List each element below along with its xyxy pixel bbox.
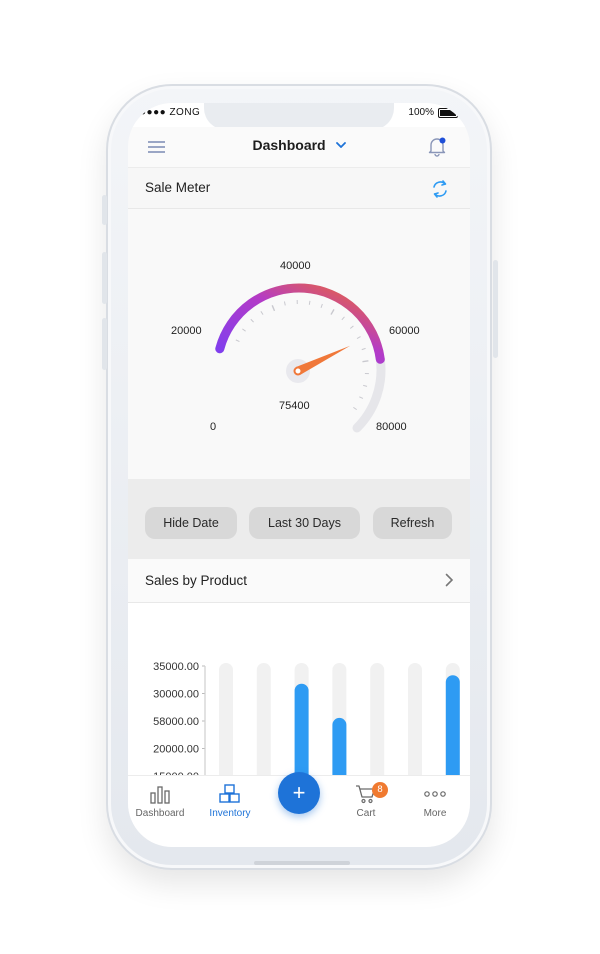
carrier-label: ZONG bbox=[169, 107, 201, 118]
gauge-tick bbox=[361, 347, 366, 351]
volume-up-button bbox=[102, 252, 107, 304]
gauge-tick bbox=[359, 396, 364, 399]
bar-track bbox=[408, 663, 422, 775]
bar-track bbox=[370, 663, 385, 775]
gauge-tick bbox=[353, 406, 357, 411]
refresh-icon[interactable] bbox=[430, 178, 450, 200]
gauge-tick bbox=[349, 325, 354, 329]
scale-label-20000: 20000 bbox=[171, 325, 202, 337]
bar-chart: 35000.0030000.0058000.0020000.0015000.00 bbox=[153, 661, 460, 775]
bar bbox=[294, 683, 309, 775]
sales-chart: 35000.0030000.0058000.0020000.0015000.00 bbox=[128, 603, 470, 775]
nav-dashboard[interactable]: Dashboard bbox=[130, 784, 190, 819]
bar-track bbox=[219, 663, 233, 775]
carrier: ●●●● ZONG bbox=[140, 107, 201, 118]
last-30-days-button[interactable]: Last 30 Days bbox=[249, 507, 360, 539]
chevron-down-icon bbox=[335, 142, 346, 148]
page-title: Dashboard bbox=[252, 137, 326, 153]
gauge-tick bbox=[341, 316, 345, 321]
sale-meter-gauge: 0 20000 40000 60000 80000 75400 bbox=[128, 209, 470, 479]
nav-cart-label: Cart bbox=[356, 808, 376, 819]
sales-by-product-title: Sales by Product bbox=[145, 573, 248, 588]
y-tick-label: 35000.00 bbox=[153, 661, 199, 673]
notch bbox=[204, 103, 394, 130]
current-value: 75400 bbox=[279, 400, 310, 412]
gauge-tick bbox=[330, 309, 335, 315]
refresh-button[interactable]: Refresh bbox=[373, 507, 452, 539]
app-header: Dashboard bbox=[128, 127, 470, 168]
y-tick-label: 20000.00 bbox=[153, 744, 199, 756]
y-tick-label: 58000.00 bbox=[153, 716, 199, 728]
gauge-value-arc bbox=[215, 283, 385, 364]
nav-more[interactable]: More bbox=[405, 784, 465, 819]
gauge-ticks bbox=[235, 300, 369, 411]
bar bbox=[445, 675, 460, 775]
battery-icon bbox=[438, 107, 458, 118]
scale-label-80000: 80000 bbox=[376, 421, 407, 433]
battery-status: 100% bbox=[408, 107, 458, 118]
battery-percent: 100% bbox=[408, 107, 434, 118]
side-button bbox=[102, 195, 107, 225]
cart-badge: 8 bbox=[372, 782, 388, 798]
nav-dashboard-label: Dashboard bbox=[135, 808, 185, 819]
bell-icon[interactable] bbox=[426, 135, 448, 157]
gauge-tick bbox=[271, 305, 276, 312]
gauge-tick bbox=[242, 328, 246, 332]
sale-meter-title: Sale Meter bbox=[145, 180, 211, 195]
action-buttons: Hide Date Last 30 Days Refresh bbox=[128, 479, 470, 559]
nav-inventory[interactable]: Inventory bbox=[200, 784, 260, 819]
gauge-tick bbox=[362, 360, 369, 363]
gauge-tick bbox=[283, 301, 286, 306]
volume-down-button bbox=[102, 318, 107, 370]
bar-chart-icon bbox=[150, 786, 170, 804]
y-tick-label: 30000.00 bbox=[153, 689, 199, 701]
gauge-tick bbox=[260, 311, 264, 315]
gauge-tick bbox=[250, 318, 254, 323]
status-bar: ●●●● ZONG 100% bbox=[128, 103, 470, 130]
scale-label-60000: 60000 bbox=[389, 325, 420, 337]
gauge-tick bbox=[320, 303, 323, 308]
app-screen: ●●●● ZONG 100% Dashboard Sale Meter 0 20… bbox=[128, 103, 470, 847]
nav-inventory-label: Inventory bbox=[209, 808, 251, 819]
sale-meter-header: Sale Meter bbox=[128, 168, 470, 209]
more-dots-icon bbox=[424, 791, 446, 797]
gauge-svg bbox=[215, 283, 386, 433]
gauge-needle bbox=[296, 345, 351, 376]
nav-more-label: More bbox=[423, 808, 447, 819]
chevron-right-icon[interactable] bbox=[445, 573, 454, 587]
add-button[interactable]: + bbox=[278, 772, 320, 814]
scale-label-0: 0 bbox=[210, 421, 217, 433]
hide-date-button[interactable]: Hide Date bbox=[145, 507, 237, 539]
gauge-tick bbox=[235, 339, 240, 343]
dashboard-selector[interactable]: Dashboard bbox=[128, 137, 470, 153]
power-button bbox=[493, 260, 498, 358]
boxes-icon bbox=[219, 784, 240, 803]
bottom-nav: Dashboard Inventory + 8 Cart More bbox=[128, 772, 470, 847]
scale-label-40000: 40000 bbox=[280, 260, 311, 272]
gauge-tick bbox=[356, 336, 361, 339]
nav-cart[interactable]: 8 Cart bbox=[336, 782, 396, 819]
gauge-tick bbox=[308, 300, 311, 305]
bar bbox=[332, 717, 347, 775]
gauge-hub-center bbox=[293, 366, 303, 376]
gauge-tick bbox=[363, 384, 368, 387]
bar-track bbox=[256, 663, 271, 775]
home-indicator bbox=[254, 861, 350, 865]
sales-by-product-header[interactable]: Sales by Product bbox=[128, 559, 470, 603]
